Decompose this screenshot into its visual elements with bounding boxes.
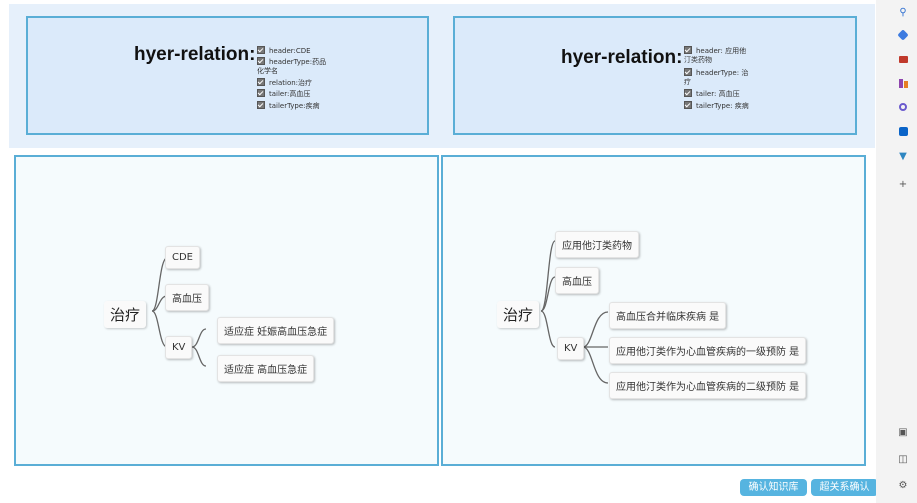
- right-header-box: hyer-relation: header: 应用他 汀类药物 headerTy…: [453, 16, 857, 135]
- right-mindmap-panel: 治疗 应用他汀类药物 高血压 KV 高血压合并临床疾病 是 应用他汀类作为心血管…: [441, 155, 866, 466]
- right-node-kv[interactable]: KV: [557, 337, 585, 360]
- left-node-kv[interactable]: KV: [165, 336, 193, 359]
- checkbox-icon[interactable]: [684, 101, 692, 109]
- checkbox-icon[interactable]: [684, 46, 692, 54]
- settings-icon[interactable]: [897, 103, 909, 115]
- left-root-node[interactable]: 治疗: [104, 301, 147, 328]
- checkbox-relation[interactable]: relation:治疗: [257, 78, 312, 88]
- outlook-icon[interactable]: [897, 127, 909, 139]
- right-node-hypertension[interactable]: 高血压: [555, 267, 599, 294]
- right-kv-node-1[interactable]: 高血压合并临床疾病 是: [609, 302, 727, 329]
- left-node-hypertension[interactable]: 高血压: [165, 284, 209, 311]
- checkbox-icon[interactable]: [684, 68, 692, 76]
- screenshot-icon[interactable]: ▣: [897, 427, 909, 439]
- left-header-box: hyer-relation: header:CDE headerType:药品 …: [26, 16, 429, 135]
- briefcase-icon[interactable]: [897, 55, 909, 67]
- left-mindmap-panel: 治疗 CDE 高血压 KV 适应症 妊娠高血压急症 适应症 高血压急症: [14, 155, 439, 466]
- checkbox-tailer[interactable]: tailer:高血压: [257, 89, 310, 99]
- right-header-title: hyer-relation:: [561, 47, 683, 68]
- checkbox-icon[interactable]: [257, 89, 265, 97]
- checkbox-icon[interactable]: [257, 101, 265, 109]
- left-kv-node-2[interactable]: 适应症 高血压急症: [217, 355, 315, 382]
- checkbox-header-type[interactable]: headerType:药品 化学名: [257, 57, 326, 76]
- right-kv-node-2[interactable]: 应用他汀类作为心血管疾病的一级预防 是: [609, 337, 807, 364]
- checkbox-tailer-type[interactable]: tailerType: 疾病: [684, 101, 749, 111]
- left-header-title: hyer-relation:: [134, 44, 256, 65]
- checkbox-icon[interactable]: [257, 57, 265, 65]
- checkbox-icon[interactable]: [684, 89, 692, 97]
- checkbox-icon[interactable]: [257, 46, 265, 54]
- confirm-hyper-relation-button[interactable]: 超关系确认: [811, 479, 878, 496]
- checkbox-tailer[interactable]: tailer: 高血压: [684, 89, 740, 99]
- search-icon[interactable]: ⚲: [897, 7, 909, 19]
- right-root-node[interactable]: 治疗: [497, 301, 540, 328]
- panel-icon[interactable]: ◫: [897, 454, 909, 466]
- cart-icon[interactable]: ▼: [897, 151, 909, 163]
- gear-icon[interactable]: ⚙: [897, 480, 909, 492]
- checkbox-icon[interactable]: [257, 78, 265, 86]
- checkbox-tailer-type[interactable]: tailerType:疾病: [257, 101, 320, 111]
- checkbox-header-type[interactable]: headerType: 治 疗: [684, 68, 748, 87]
- confirm-knowledge-base-button[interactable]: 确认知识库: [740, 479, 807, 496]
- left-node-cde[interactable]: CDE: [165, 246, 201, 269]
- checkbox-header[interactable]: header: 应用他 汀类药物: [684, 46, 746, 65]
- left-connector-lines: [151, 257, 207, 367]
- plus-icon[interactable]: +: [897, 179, 909, 191]
- right-kv-node-3[interactable]: 应用他汀类作为心血管疾病的二级预防 是: [609, 372, 807, 399]
- checkbox-header[interactable]: header:CDE: [257, 46, 311, 56]
- right-node-statins[interactable]: 应用他汀类药物: [555, 231, 639, 258]
- people-icon[interactable]: [897, 79, 909, 91]
- tag-icon[interactable]: [897, 29, 909, 43]
- left-kv-node-1[interactable]: 适应症 妊娠高血压急症: [217, 317, 335, 344]
